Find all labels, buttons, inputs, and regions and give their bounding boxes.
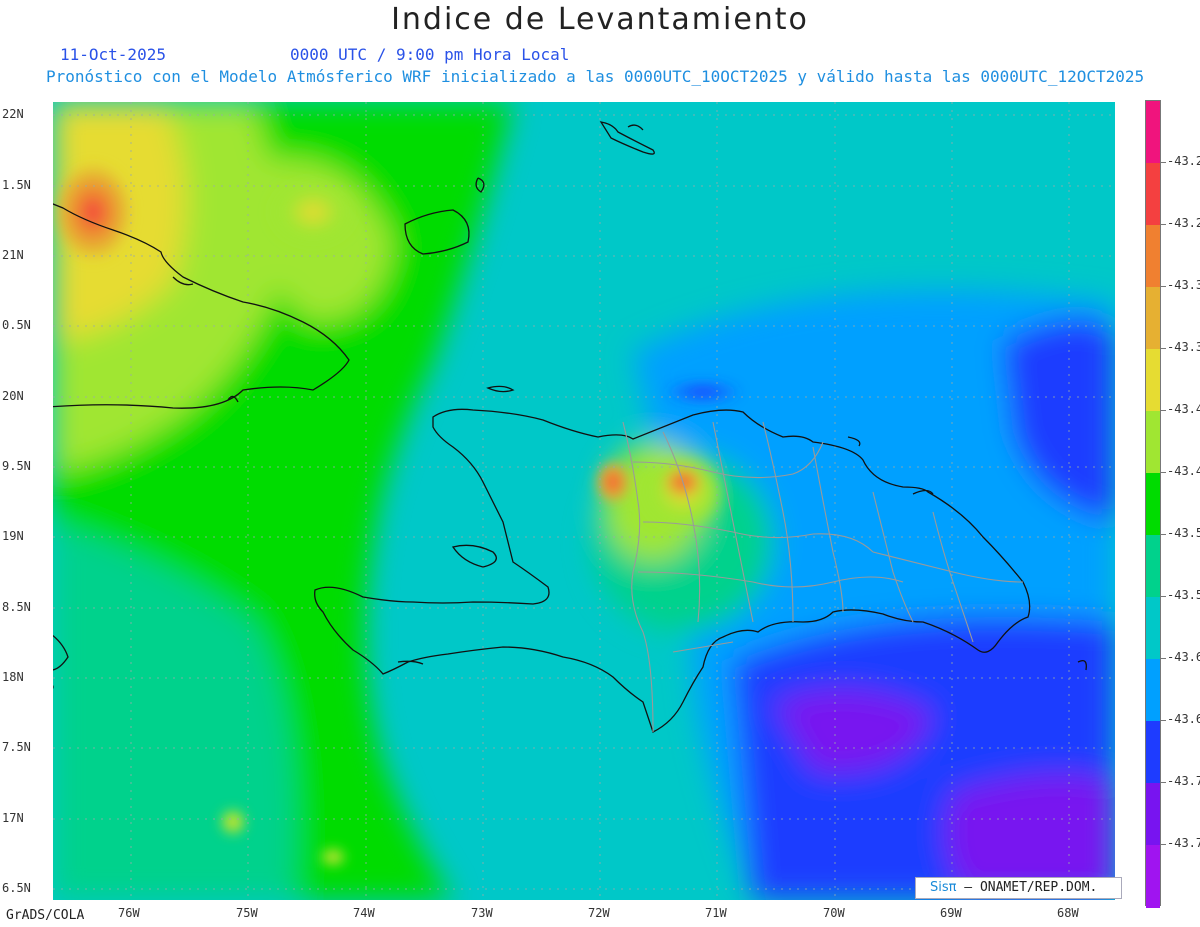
lat-label: 22N <box>2 107 24 121</box>
lon-label: 73W <box>471 906 493 920</box>
colorbar-label: -43.2 <box>1167 216 1200 230</box>
colorbar-label: -43.6 <box>1167 712 1200 726</box>
credit-box: Sisπ – ONAMET/REP.DOM. <box>915 877 1122 899</box>
colorbar-swatch <box>1146 411 1160 474</box>
colorbar-tick <box>1160 534 1166 535</box>
colorbar-swatch <box>1146 349 1160 412</box>
colorbar-label: -43.3 <box>1167 278 1200 292</box>
colorbar-tick <box>1160 596 1166 597</box>
colorbar-label: -43.2 <box>1167 154 1200 168</box>
colorbar-tick <box>1160 720 1166 721</box>
lat-label: 20N <box>2 389 24 403</box>
colorbar-tick <box>1160 844 1166 845</box>
colorbar-label: -43.5 <box>1167 588 1200 602</box>
lon-label: 71W <box>705 906 727 920</box>
lat-label: 18N <box>2 670 24 684</box>
colorbar-swatch <box>1146 535 1160 598</box>
colorbar-swatch <box>1146 287 1160 350</box>
lon-label: 72W <box>588 906 610 920</box>
colorbar-tick <box>1160 162 1166 163</box>
lon-label: 69W <box>940 906 962 920</box>
forecast-time: 0000 UTC / 9:00 pm Hora Local <box>290 45 570 64</box>
lat-label: 6.5N <box>2 881 31 895</box>
colorbar-tick <box>1160 224 1166 225</box>
colorbar-tick <box>1160 472 1166 473</box>
colorbar-label: -43.4 <box>1167 402 1200 416</box>
lifted-index-map <box>53 102 1115 900</box>
footer-label: GrADS/COLA <box>6 908 85 923</box>
lat-label: 21N <box>2 248 24 262</box>
colorbar-swatch <box>1146 101 1160 164</box>
colorbar <box>1145 100 1161 908</box>
colorbar-tick <box>1160 286 1166 287</box>
colorbar-label: -43.6 <box>1167 650 1200 664</box>
colorbar-tick <box>1160 410 1166 411</box>
lon-label: 76W <box>118 906 140 920</box>
colorbar-label: -43.5 <box>1167 526 1200 540</box>
sispi-logo: Sisπ <box>930 880 957 895</box>
credit-text: – ONAMET/REP.DOM. <box>964 880 1098 895</box>
colorbar-swatch <box>1146 721 1160 784</box>
lat-label: 8.5N <box>2 600 31 614</box>
colorbar-swatch <box>1146 163 1160 226</box>
colorbar-swatch <box>1146 225 1160 288</box>
map-title: Indice de Levantamiento <box>391 2 809 37</box>
lat-label: 19N <box>2 529 24 543</box>
colorbar-tick <box>1160 348 1166 349</box>
colorbar-label: -43.3 <box>1167 340 1200 354</box>
lat-label: 17N <box>2 811 24 825</box>
lon-label: 75W <box>236 906 258 920</box>
forecast-info: Pronóstico con el Modelo Atmósferico WRF… <box>46 67 1145 86</box>
colorbar-swatch <box>1146 783 1160 846</box>
lat-label: 9.5N <box>2 459 31 473</box>
lat-label: 7.5N <box>2 740 31 754</box>
lat-label: 0.5N <box>2 318 31 332</box>
forecast-date: 11-Oct-2025 <box>60 45 166 64</box>
colorbar-swatch <box>1146 597 1160 660</box>
colorbar-swatch <box>1146 473 1160 536</box>
colorbar-tick <box>1160 782 1166 783</box>
lon-label: 70W <box>823 906 845 920</box>
lon-label: 68W <box>1057 906 1079 920</box>
colorbar-label: -43.4 <box>1167 464 1200 478</box>
lon-label: 74W <box>353 906 375 920</box>
colorbar-swatch <box>1146 659 1160 722</box>
colorbar-label: -43.7 <box>1167 774 1200 788</box>
colorbar-swatch <box>1146 845 1160 908</box>
colorbar-tick <box>1160 658 1166 659</box>
lat-label: 1.5N <box>2 178 31 192</box>
colorbar-label: -43.7 <box>1167 836 1200 850</box>
